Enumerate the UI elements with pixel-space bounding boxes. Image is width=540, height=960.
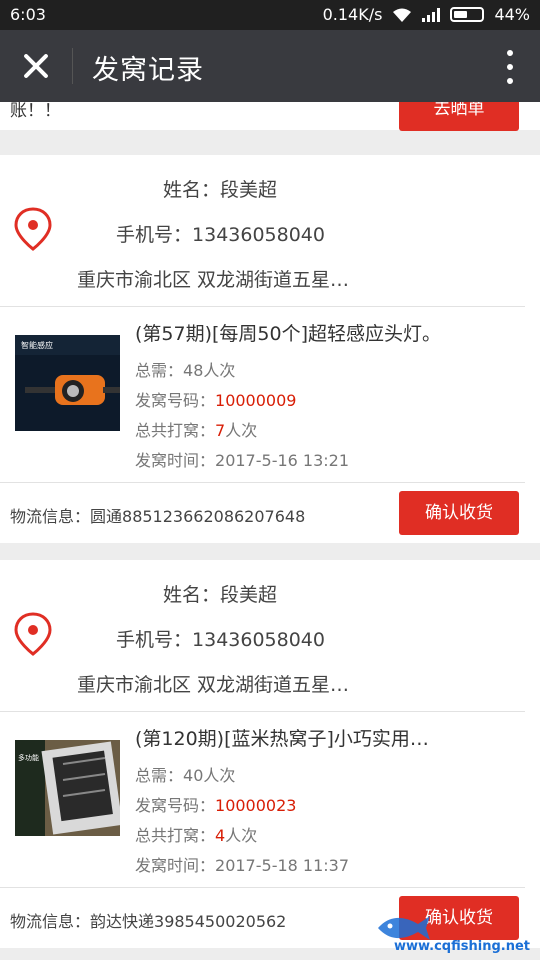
logistics-value: 韵达快递3985450020562	[90, 912, 287, 931]
record-card: 姓名：段美超 手机号：13436058040 重庆市渝北区 双龙湖街道五星… 智…	[0, 155, 540, 543]
hits-row: 总共打窝：4人次	[135, 822, 257, 846]
address-text: 重庆市渝北区 双龙湖街道五星…	[77, 269, 350, 291]
site-watermark: www.cqfishing.net	[374, 906, 534, 956]
hits-unit: 人次	[225, 826, 258, 845]
issue-code-row: 发窝号码：10000023	[135, 792, 296, 816]
record-card: 姓名：段美超 手机号：13436058040 重庆市渝北区 双龙湖街道五星… 多…	[0, 560, 540, 948]
battery-percent: 44%	[494, 5, 530, 24]
status-bar: 6:03 0.14K/s 44%	[0, 0, 540, 30]
close-icon[interactable]	[18, 48, 54, 84]
network-speed: 0.14K/s	[322, 5, 383, 24]
phone-label: 手机号：	[116, 224, 193, 246]
phone-row: 手机号：13436058040	[116, 625, 325, 652]
battery-icon	[450, 7, 485, 22]
signal-icon	[422, 7, 441, 22]
hits-count: 4	[215, 826, 226, 845]
page-title: 发窝记录	[92, 55, 204, 86]
total-label: 总需：	[135, 766, 184, 785]
partial-record-card: 账！！ 去晒单	[0, 102, 540, 131]
appbar-divider	[72, 48, 73, 84]
phone-row: 手机号：13436058040	[116, 220, 325, 247]
more-vertical-icon[interactable]	[506, 50, 514, 84]
issue-time-row: 发窝时间：2017-5-18 11:37	[135, 852, 349, 876]
confirm-receipt-button[interactable]: 确认收货	[399, 491, 519, 535]
receiver-name: 段美超	[220, 584, 278, 606]
receiver-name-row: 姓名：段美超	[163, 175, 277, 202]
receiver-name: 段美超	[220, 179, 278, 201]
logistics-section: 物流信息：圆通885123662086207648 确认收货	[0, 483, 540, 543]
time-label: 发窝时间：	[135, 856, 216, 875]
receiver-name-row: 姓名：段美超	[163, 580, 277, 607]
watermark-text: www.cqfishing.net	[393, 939, 530, 954]
time-label: 发窝时间：	[135, 451, 216, 470]
logistics-label: 物流信息：	[10, 507, 91, 526]
hits-label: 总共打窝：	[135, 826, 216, 845]
location-pin-icon	[14, 207, 52, 251]
status-time: 6:03	[10, 5, 46, 24]
record-list[interactable]: 账！！ 去晒单 姓名：段美超 手机号：13436058040 重庆市渝北区 双龙…	[0, 102, 540, 960]
location-pin-icon	[14, 612, 52, 656]
product-section[interactable]: 多功能 (第120期)[蓝米热窝子]小巧实用… 总需：40人次 发窝号码：100…	[0, 712, 525, 888]
total-need-row: 总需：40人次	[135, 762, 235, 786]
product-section[interactable]: 智能感应 (第57期)[每周50个]超轻感应头灯。 总需：48人次 发窝号码：1…	[0, 307, 525, 483]
product-title[interactable]: (第120期)[蓝米热窝子]小巧实用…	[135, 724, 429, 751]
hits-count: 7	[215, 421, 226, 440]
address-section: 姓名：段美超 手机号：13436058040 重庆市渝北区 双龙湖街道五星…	[0, 155, 525, 307]
total-label: 总需：	[135, 361, 184, 380]
logistics-info: 物流信息：圆通885123662086207648	[10, 503, 305, 527]
hits-unit: 人次	[225, 421, 258, 440]
svg-text:智能感应: 智能感应	[21, 340, 53, 350]
hits-row: 总共打窝：7人次	[135, 417, 257, 441]
code-value: 10000009	[215, 391, 297, 410]
name-label: 姓名：	[163, 584, 221, 606]
logistics-info: 物流信息：韵达快递3985450020562	[10, 908, 286, 932]
product-image-bait-box: 多功能	[15, 740, 120, 836]
address-section: 姓名：段美超 手机号：13436058040 重庆市渝北区 双龙湖街道五星…	[0, 560, 525, 712]
product-title[interactable]: (第57期)[每周50个]超轻感应头灯。	[135, 319, 441, 346]
logistics-value: 圆通885123662086207648	[90, 507, 306, 526]
code-label: 发窝号码：	[135, 391, 216, 410]
product-image-headlamp: 智能感应	[15, 335, 120, 431]
time-value: 2017-5-18 11:37	[215, 856, 350, 875]
total-need-row: 总需：48人次	[135, 357, 235, 381]
total-value: 48人次	[183, 361, 236, 380]
logistics-label: 物流信息：	[10, 912, 91, 931]
wifi-icon	[393, 8, 412, 22]
phone-number: 13436058040	[192, 224, 325, 246]
name-label: 姓名：	[163, 179, 221, 201]
app-bar: 发窝记录	[0, 30, 540, 102]
code-value: 10000023	[215, 796, 297, 815]
share-order-button[interactable]: 去晒单	[399, 102, 519, 131]
phone-number: 13436058040	[192, 629, 325, 651]
total-value: 40人次	[183, 766, 236, 785]
phone-label: 手机号：	[116, 629, 193, 651]
code-label: 发窝号码：	[135, 796, 216, 815]
svg-text:多功能: 多功能	[18, 753, 39, 762]
status-right: 0.14K/s 44%	[323, 5, 530, 24]
issue-code-row: 发窝号码：10000009	[135, 387, 296, 411]
issue-time-row: 发窝时间：2017-5-16 13:21	[135, 447, 349, 471]
address-text: 重庆市渝北区 双龙湖街道五星…	[77, 674, 350, 696]
time-value: 2017-5-16 13:21	[215, 451, 350, 470]
hits-label: 总共打窝：	[135, 421, 216, 440]
partial-card-text: 账！！	[10, 102, 61, 121]
